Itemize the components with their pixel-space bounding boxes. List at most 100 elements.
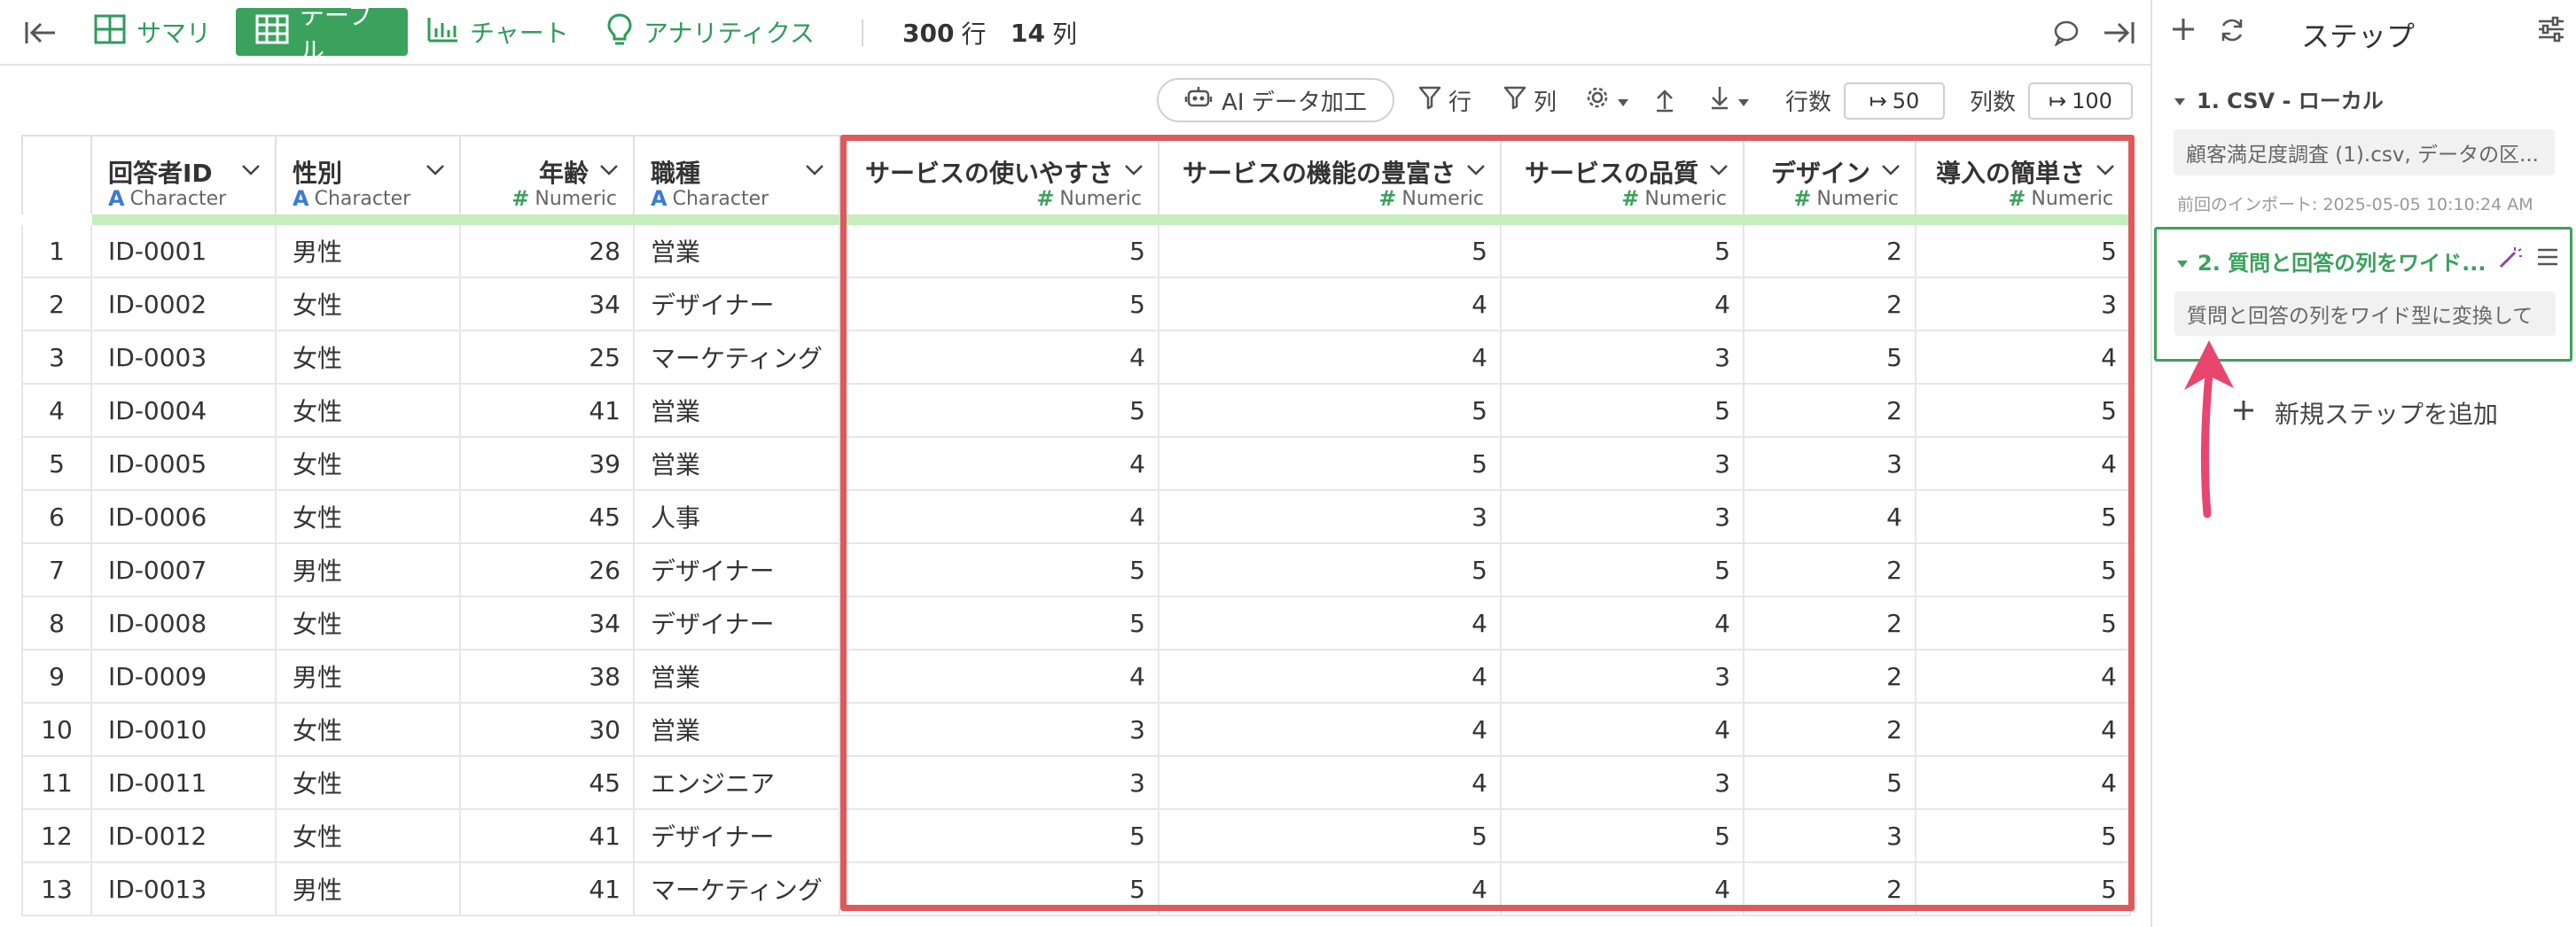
table-cell[interactable]: 5 <box>1159 544 1502 597</box>
table-cell[interactable]: 男性 <box>277 650 461 704</box>
table-cell[interactable]: 5 <box>1159 225 1502 278</box>
table-cell[interactable]: 4 <box>1916 331 2131 385</box>
add-step-button[interactable]: 新規ステップを追加 <box>2232 395 2498 431</box>
chevron-down-icon[interactable] <box>1463 156 1489 183</box>
table-cell[interactable]: 営業 <box>635 704 840 757</box>
table-cell[interactable]: 女性 <box>277 385 461 438</box>
table-cell[interactable]: 4 <box>1159 757 1502 810</box>
chevron-down-icon[interactable] <box>422 156 449 183</box>
rows-count-input[interactable]: ↦ 50 <box>1844 82 1945 120</box>
table-cell[interactable]: 人事 <box>635 491 840 544</box>
column-header[interactable]: サービスの使いやすさ # Numeric <box>840 135 1159 214</box>
table-cell[interactable]: 3 <box>1502 331 1745 385</box>
table-cell[interactable]: 4 <box>1159 597 1502 650</box>
table-cell[interactable]: ID-0009 <box>92 650 277 704</box>
table-cell[interactable]: 5 <box>840 810 1159 863</box>
table-cell[interactable]: 男性 <box>277 863 461 916</box>
step-2-description[interactable]: 質問と回答の列をワイド型に変換して <box>2174 292 2556 336</box>
table-cell[interactable]: 4 <box>840 650 1159 704</box>
table-cell[interactable]: 38 <box>461 650 635 704</box>
table-cell[interactable]: ID-0008 <box>92 597 277 650</box>
table-cell[interactable]: ID-0003 <box>92 331 277 385</box>
table-cell[interactable]: 営業 <box>635 225 840 278</box>
table-cell[interactable]: 5 <box>1745 757 1916 810</box>
table-cell[interactable]: 3 <box>1502 491 1745 544</box>
table-cell[interactable]: 女性 <box>277 597 461 650</box>
table-cell[interactable]: 2 <box>1745 385 1916 438</box>
table-cell[interactable]: 5 <box>840 225 1159 278</box>
row-filter-button[interactable]: 行 <box>1418 78 1471 122</box>
table-cell[interactable]: 2 <box>1745 650 1916 704</box>
table-cell[interactable]: 5 <box>1916 544 2131 597</box>
collapse-right-icon[interactable] <box>2101 0 2136 66</box>
chevron-down-icon[interactable] <box>1120 156 1147 183</box>
table-cell[interactable]: 5 <box>1916 385 2131 438</box>
chevron-down-icon[interactable] <box>238 156 264 183</box>
table-cell[interactable]: マーケティング <box>635 331 840 385</box>
comment-icon[interactable] <box>2053 0 2080 66</box>
table-cell[interactable]: 5 <box>1916 225 2131 278</box>
table-cell[interactable]: 女性 <box>277 757 461 810</box>
upload-icon[interactable] <box>1654 78 1675 122</box>
table-cell[interactable]: 営業 <box>635 650 840 704</box>
table-cell[interactable]: 5 <box>1916 810 2131 863</box>
table-cell[interactable]: 4 <box>1159 650 1502 704</box>
table-cell[interactable]: 3 <box>1502 438 1745 491</box>
table-cell[interactable]: 男性 <box>277 544 461 597</box>
table-cell[interactable]: ID-0010 <box>92 704 277 757</box>
table-cell[interactable]: 5 <box>1502 810 1745 863</box>
column-header[interactable]: 導入の簡単さ # Numeric <box>1916 135 2131 214</box>
tab-table[interactable]: テーブル <box>236 1 408 66</box>
chevron-down-icon[interactable] <box>801 156 828 183</box>
table-cell[interactable]: 4 <box>1159 278 1502 331</box>
column-header[interactable]: サービスの品質 # Numeric <box>1502 135 1745 214</box>
table-cell[interactable]: 41 <box>461 863 635 916</box>
table-cell[interactable]: ID-0006 <box>92 491 277 544</box>
column-header[interactable]: 職種 A Character <box>635 135 840 214</box>
table-cell[interactable]: 4 <box>1916 650 2131 704</box>
table-cell[interactable]: 4 <box>1502 704 1745 757</box>
table-cell[interactable]: 39 <box>461 438 635 491</box>
column-header[interactable]: デザイン # Numeric <box>1745 135 1916 214</box>
table-cell[interactable]: 4 <box>1159 331 1502 385</box>
table-cell[interactable]: 4 <box>1159 863 1502 916</box>
table-cell[interactable]: デザイナー <box>635 810 840 863</box>
add-icon[interactable] <box>2170 16 2197 46</box>
collapse-left-icon[interactable] <box>23 0 59 66</box>
download-dropdown[interactable] <box>1709 78 1750 122</box>
chevron-down-icon[interactable] <box>1877 156 1904 183</box>
table-cell[interactable]: 4 <box>840 491 1159 544</box>
table-cell[interactable]: 4 <box>1502 278 1745 331</box>
chevron-down-icon[interactable] <box>596 156 622 183</box>
table-cell[interactable]: 女性 <box>277 278 461 331</box>
table-cell[interactable]: ID-0005 <box>92 438 277 491</box>
column-header[interactable]: 性別 A Character <box>277 135 461 214</box>
table-cell[interactable]: 2 <box>1745 225 1916 278</box>
table-cell[interactable]: ID-0002 <box>92 278 277 331</box>
table-cell[interactable]: 4 <box>840 331 1159 385</box>
ai-data-processing-button[interactable]: AI データ加工 <box>1157 78 1394 122</box>
table-cell[interactable]: 5 <box>1502 385 1745 438</box>
table-cell[interactable]: 女性 <box>277 438 461 491</box>
table-cell[interactable]: 5 <box>1745 331 1916 385</box>
columns-count-input[interactable]: ↦ 100 <box>2028 82 2133 120</box>
table-cell[interactable]: ID-0007 <box>92 544 277 597</box>
table-cell[interactable]: 2 <box>1745 597 1916 650</box>
table-cell[interactable]: 5 <box>1916 863 2131 916</box>
table-cell[interactable]: 5 <box>840 544 1159 597</box>
chevron-down-icon[interactable] <box>2092 156 2119 183</box>
table-cell[interactable]: 4 <box>840 438 1159 491</box>
table-cell[interactable]: 2 <box>1745 704 1916 757</box>
table-cell[interactable]: デザイナー <box>635 544 840 597</box>
step-2-card[interactable]: 2. 質問と回答の列をワイド... 質問と回答の列をワイド型に変換して <box>2154 227 2572 362</box>
tab-analytics[interactable]: アナリティクス <box>606 8 815 56</box>
table-cell[interactable]: 5 <box>840 863 1159 916</box>
table-cell[interactable]: 女性 <box>277 704 461 757</box>
table-cell[interactable]: マーケティング <box>635 863 840 916</box>
menu-icon[interactable] <box>2536 247 2559 270</box>
table-cell[interactable]: 5 <box>1916 597 2131 650</box>
column-header[interactable]: 回答者ID A Character <box>92 135 277 214</box>
table-cell[interactable]: ID-0013 <box>92 863 277 916</box>
table-cell[interactable]: 25 <box>461 331 635 385</box>
table-cell[interactable]: 4 <box>1159 704 1502 757</box>
